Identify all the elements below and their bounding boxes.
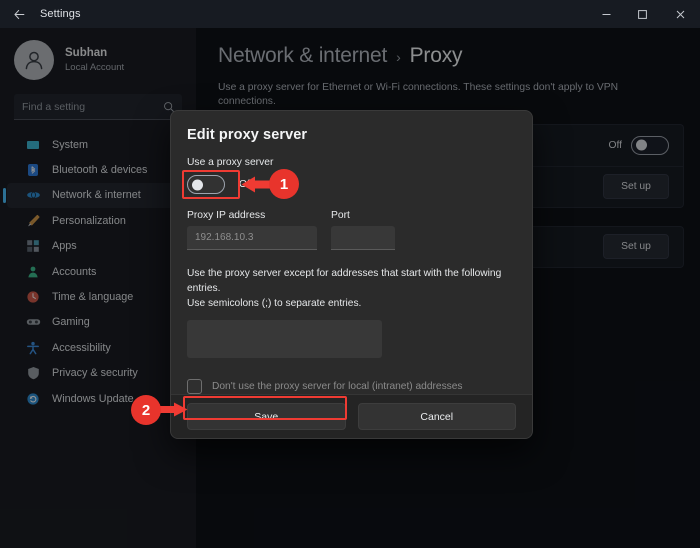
- use-proxy-label: Use a proxy server: [187, 157, 274, 168]
- exceptions-description: Use the proxy server except for addresse…: [187, 267, 516, 311]
- edit-proxy-server-dialog: Edit proxy server Use a proxy server Off…: [170, 110, 533, 439]
- proxy-ip-input[interactable]: [187, 226, 317, 250]
- save-button[interactable]: Save: [187, 403, 346, 431]
- address-port-group: Proxy IP address Port: [187, 210, 516, 250]
- window-title: Settings: [40, 8, 81, 20]
- local-intranet-checkbox-label: Don't use the proxy server for local (in…: [212, 381, 463, 393]
- exceptions-description-line1: Use the proxy server except for addresse…: [187, 268, 502, 294]
- annotation-badge-1: 1: [269, 169, 299, 199]
- exceptions-description-line2: Use semicolons (;) to separate entries.: [187, 297, 362, 309]
- toggle-knob: [192, 179, 203, 190]
- window-controls: [588, 0, 700, 28]
- proxy-ip-field-group: Proxy IP address: [187, 210, 317, 250]
- port-input[interactable]: [331, 226, 395, 250]
- annotation-badge-2: 2: [131, 395, 161, 425]
- annotation-arrow-2-icon: [158, 402, 188, 417]
- maximize-icon[interactable]: [624, 0, 660, 28]
- settings-window: Settings Subhan Local Account Find a set…: [0, 0, 700, 548]
- use-proxy-toggle[interactable]: [187, 175, 225, 194]
- back-arrow-icon[interactable]: [4, 1, 34, 27]
- exceptions-textarea[interactable]: [187, 320, 382, 359]
- port-label: Port: [331, 210, 350, 221]
- port-field-group: Port: [331, 210, 395, 250]
- cancel-button[interactable]: Cancel: [357, 403, 516, 431]
- close-icon[interactable]: [660, 0, 700, 28]
- dialog-footer: Save Cancel: [171, 394, 532, 438]
- dialog-body: Edit proxy server Use a proxy server Off…: [171, 111, 532, 395]
- proxy-ip-label: Proxy IP address: [187, 210, 266, 221]
- local-intranet-checkbox-row[interactable]: Don't use the proxy server for local (in…: [187, 379, 516, 395]
- window-titlebar: Settings: [0, 0, 700, 28]
- minimize-icon[interactable]: [588, 0, 624, 28]
- dialog-title: Edit proxy server: [187, 127, 308, 143]
- local-intranet-checkbox[interactable]: [187, 379, 202, 395]
